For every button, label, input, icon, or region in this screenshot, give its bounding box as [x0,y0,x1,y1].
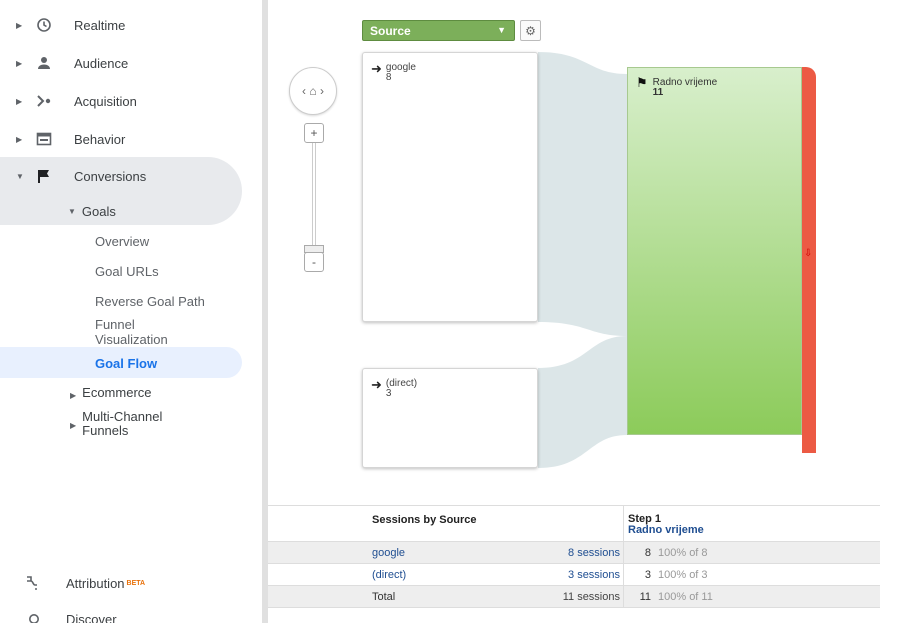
flow-link-google [538,52,627,336]
beta-badge: BETA [126,579,146,587]
sidebar-item-goals[interactable]: ▼ Goals [68,199,116,223]
sidebar-item-label: Ecommerce [82,385,152,400]
sidebar-item-ecommerce[interactable]: ▶ Ecommerce [70,386,152,403]
table-header: Sessions by Source Step 1 Radno vrijeme [268,505,880,543]
expand-arrow-icon: ▶ [70,391,77,400]
row-source-link[interactable]: (direct) [372,569,406,581]
collapse-arrow-icon: ▼ [68,206,76,216]
zoom-in-button[interactable]: + [304,123,324,143]
flow-link-direct [538,336,627,468]
sidebar-item-behavior[interactable]: ▶ Behavior [0,123,125,155]
row-step-percent: 100% of 11 [658,591,713,603]
sidebar-item-label: Attribution [66,575,125,591]
minus-icon: - [312,255,316,269]
zoom-out-button[interactable]: - [304,252,324,272]
flag-icon [34,166,54,186]
expand-arrow-icon: ▶ [70,421,77,430]
sidebar-item-label: Conversions [74,168,147,184]
row-step-value: 11 [639,591,651,603]
expand-arrow-icon: ▶ [16,134,23,144]
sidebar-item-multi-channel-funnels[interactable]: ▶ Multi-Channel Funnels [70,410,162,438]
sidebar-item-label: Audience [74,55,129,71]
search-icon [28,613,44,623]
column-header-source: Sessions by Source [372,514,477,526]
goal-flow-panel: Source ▼ ⚙ ‹ ⌂ › + - ➜ google 8 ➜ (direc… [268,0,924,623]
sidebar-item-goal-flow[interactable]: Goal Flow [95,356,157,371]
source-entry-icon: ➜ [371,61,382,76]
sidebar-item-attribution[interactable]: Attribution BETA [24,575,145,591]
sidebar-item-conversions[interactable]: ▼ Conversions [0,160,146,192]
expand-arrow-icon: ▶ [16,96,23,106]
goal-dropoff-bar[interactable]: ⇩ [802,67,816,453]
row-source-link[interactable]: google [372,547,405,559]
sidebar-item-label: Multi-Channel Funnels [82,409,163,438]
sidebar-nav: ▶ Realtime ▶ Audience ▶ Acquisition ▶ Be… [0,0,262,623]
expand-arrow-icon: ▶ [16,20,23,30]
sidebar-item-discover[interactable]: Discover [28,612,117,623]
clock-icon [34,15,54,35]
sidebar-item-goal-urls[interactable]: Goal URLs [95,264,159,279]
sidebar-item-reverse-goal-path[interactable]: Reverse Goal Path [95,294,205,309]
flow-node-direct[interactable]: ➜ (direct) 3 [362,368,538,468]
node-value: 3 [385,388,392,399]
column-header-step: Step 1 Radno vrijeme [628,514,704,536]
row-step-percent: 100% of 3 [658,569,708,581]
goal-value: 11 [652,87,664,98]
sidebar-item-label: Realtime [74,17,126,33]
table-row: (direct) 3 sessions 3 100% of 3 [268,564,880,586]
node-value: 8 [385,72,392,83]
row-total-sessions: 11 sessions [562,591,620,603]
sidebar-item-audience[interactable]: ▶ Audience [0,47,128,79]
flag-icon: ⚑ [636,75,648,90]
plus-icon: + [310,126,318,140]
sidebar-item-acquisition[interactable]: ▶ Acquisition [0,85,137,117]
sidebar-item-label: Acquisition [74,93,137,109]
sidebar-item-label: Discover [66,612,117,623]
attribution-icon [24,575,44,591]
dropoff-arrow-icon: ⇩ [804,248,813,259]
row-step-value: 8 [644,547,651,559]
row-step-value: 3 [644,569,651,581]
home-icon: ‹ ⌂ › [302,84,324,98]
sidebar-item-overview[interactable]: Overview [95,234,149,249]
source-entry-icon: ➜ [371,377,382,392]
acquisition-icon [34,91,54,111]
row-sessions-link[interactable]: 3 sessions [568,569,620,581]
goal-node-radno-vrijeme[interactable]: ⚑ Radno vrijeme 11 [627,67,802,435]
column-divider [623,506,624,543]
sidebar-item-realtime[interactable]: ▶ Realtime [0,9,125,41]
flow-node-google[interactable]: ➜ google 8 [362,52,538,322]
table-row-total: Total 11 sessions 11 100% of 11 [268,586,880,608]
home-navigation-button[interactable]: ‹ ⌂ › [289,67,337,115]
row-total-label: Total [372,591,396,603]
expand-arrow-icon: ▶ [16,58,23,68]
row-step-percent: 100% of 8 [658,547,708,559]
sidebar-item-label: Behavior [74,131,126,147]
sidebar-item-funnel-visualization[interactable]: Funnel Visualization [95,317,168,347]
behavior-icon [34,129,54,149]
sidebar-item-label: Goals [81,203,116,219]
person-icon [34,53,54,73]
table-row: google 8 sessions 8 100% of 8 [268,542,880,564]
zoom-slider-track[interactable] [312,130,316,258]
row-sessions-link[interactable]: 8 sessions [568,547,620,559]
collapse-arrow-icon: ▼ [16,171,24,181]
step-goal-label: Radno vrijeme [628,524,704,536]
